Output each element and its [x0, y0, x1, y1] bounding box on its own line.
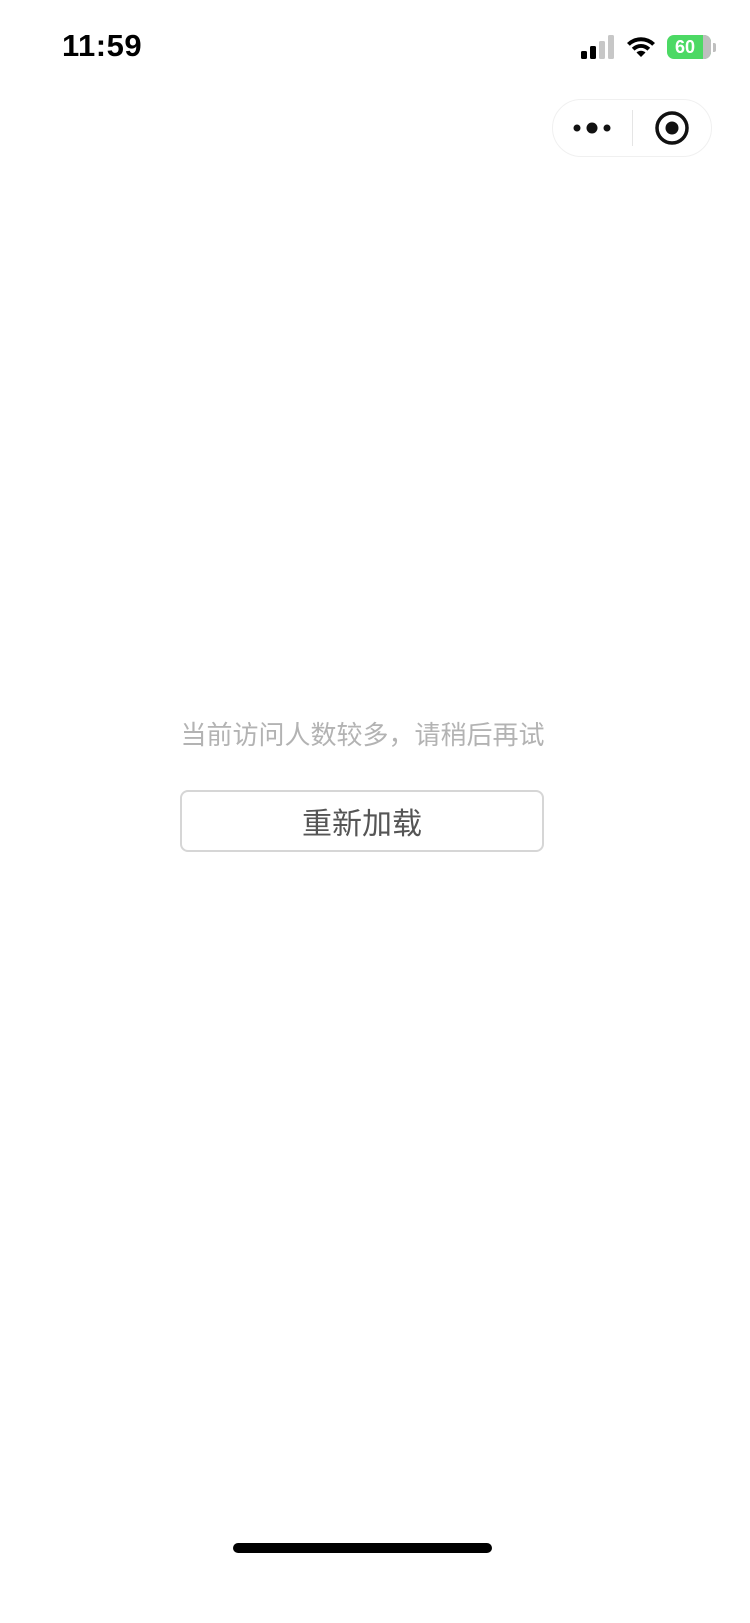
status-icons: 60 [581, 33, 716, 61]
battery-empty-portion [703, 35, 711, 59]
status-time: 11:59 [62, 28, 143, 63]
target-close-icon [655, 111, 689, 145]
more-dots-icon [573, 122, 611, 134]
wifi-icon [627, 37, 655, 57]
screen: 11:59 60 当前访问人数较多，请稍后再试 重新加载 [0, 0, 750, 1623]
battery-cap [713, 42, 716, 52]
cellular-signal-icon [581, 35, 614, 59]
reload-button[interactable]: 重新加载 [180, 790, 544, 852]
status-bar: 11:59 60 [0, 0, 750, 96]
battery-indicator: 60 [667, 35, 711, 59]
miniprogram-capsule [552, 99, 712, 157]
more-button[interactable] [553, 100, 632, 156]
home-indicator[interactable] [233, 1543, 492, 1553]
error-message: 当前访问人数较多，请稍后再试 [180, 721, 545, 751]
close-button[interactable] [633, 100, 712, 156]
battery-level: 60 [674, 37, 696, 57]
